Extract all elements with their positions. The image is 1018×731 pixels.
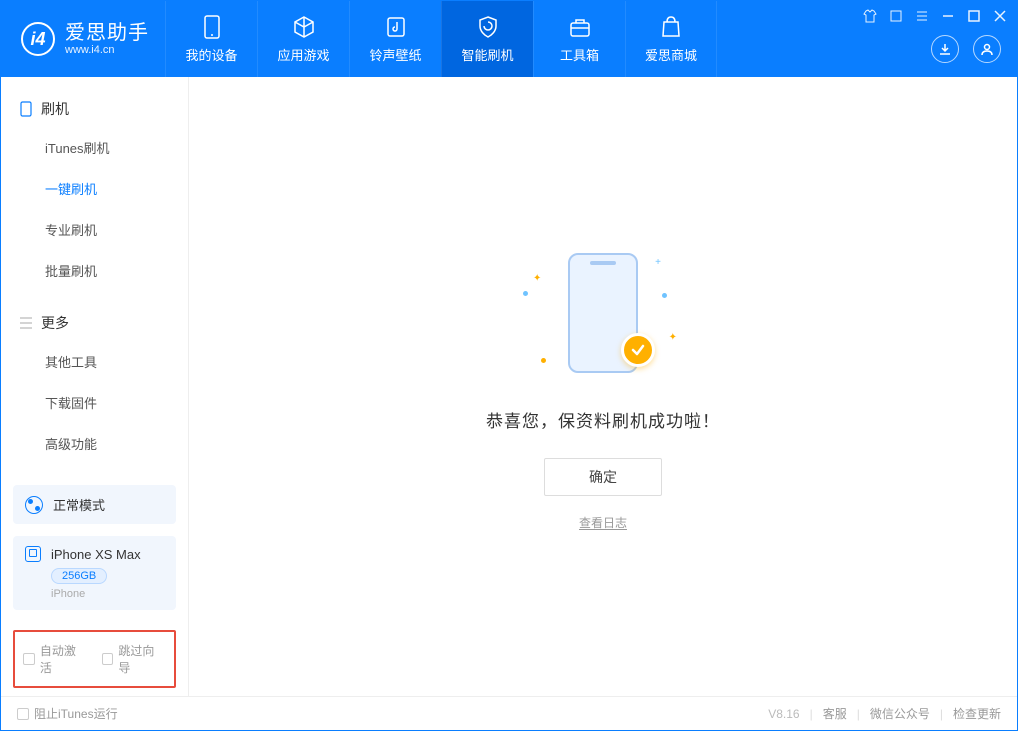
version-label: V8.16 (768, 707, 799, 721)
support-link[interactable]: 客服 (823, 705, 847, 722)
shirt-icon[interactable] (863, 9, 877, 23)
menu-icon[interactable] (915, 9, 929, 23)
tab-apps[interactable]: 应用游戏 (257, 1, 349, 77)
device-small-icon (25, 546, 41, 562)
square-icon[interactable] (889, 9, 903, 23)
sparkle-icon: ✦ (533, 273, 541, 284)
sidebar-item-other-tools[interactable]: 其他工具 (1, 341, 188, 382)
checkmark-badge-icon (621, 333, 655, 367)
phone-small-icon (19, 102, 33, 116)
tab-label: 智能刷机 (461, 45, 513, 64)
checkbox-icon (102, 653, 114, 665)
logo-text: 爱思助手 www.i4.cn (65, 22, 149, 56)
close-icon[interactable] (993, 9, 1007, 23)
sidebar-item-one-click-flash[interactable]: 一键刷机 (1, 168, 188, 209)
tab-smart-flash[interactable]: 智能刷机 (441, 1, 533, 77)
sidebar-header-more: 更多 (1, 305, 188, 341)
checkbox-icon (17, 708, 29, 720)
body: 刷机 iTunes刷机 一键刷机 专业刷机 批量刷机 更多 其他工具 下载固件 … (1, 77, 1017, 696)
checkbox-icon (23, 653, 35, 665)
logo-icon: i4 (21, 22, 55, 56)
device-box[interactable]: iPhone XS Max 256GB iPhone (13, 536, 176, 610)
view-log-link[interactable]: 查看日志 (579, 514, 627, 531)
sidebar-header-label: 刷机 (41, 99, 69, 119)
storage-badge: 256GB (51, 568, 107, 584)
cube-icon (292, 15, 316, 39)
checkbox-auto-activate[interactable]: 自动激活 (23, 642, 88, 676)
minimize-icon[interactable] (941, 9, 955, 23)
sidebar-section-more: 更多 其他工具 下载固件 高级功能 (1, 291, 188, 464)
music-icon (384, 15, 408, 39)
header-right (931, 35, 1001, 63)
tab-label: 铃声壁纸 (369, 45, 421, 64)
footer-right: V8.16 | 客服 | 微信公众号 | 检查更新 (768, 705, 1001, 722)
main-content: ✦ + ✦ 恭喜您，保资料刷机成功啦！ 确定 查看日志 (189, 77, 1017, 696)
tab-label: 我的设备 (185, 45, 237, 64)
list-icon (19, 316, 33, 330)
device-name: iPhone XS Max (51, 547, 141, 562)
titlebar-controls (863, 9, 1007, 23)
tab-toolbox[interactable]: 工具箱 (533, 1, 625, 77)
ok-button[interactable]: 确定 (544, 458, 662, 496)
sparkle-icon: ✦ (669, 332, 677, 343)
checkbox-label: 跳过向导 (118, 642, 166, 676)
sidebar-item-advanced[interactable]: 高级功能 (1, 423, 188, 464)
dot-icon (541, 358, 546, 363)
checkbox-block-itunes[interactable]: 阻止iTunes运行 (17, 705, 118, 722)
tab-label: 应用游戏 (277, 45, 329, 64)
sidebar-item-batch-flash[interactable]: 批量刷机 (1, 250, 188, 291)
tab-label: 爱思商城 (645, 45, 697, 64)
main-tabs: 我的设备 应用游戏 铃声壁纸 智能刷机 工具箱 爱思商城 (165, 1, 717, 77)
toolbox-icon (568, 15, 592, 39)
success-illustration: ✦ + ✦ (523, 243, 683, 383)
shield-icon (476, 15, 500, 39)
device-type: iPhone (51, 588, 164, 600)
checkbox-skip-guide[interactable]: 跳过向导 (102, 642, 167, 676)
sidebar-item-download-firmware[interactable]: 下载固件 (1, 382, 188, 423)
sparkle-icon: + (655, 257, 661, 268)
logo-area: i4 爱思助手 www.i4.cn (1, 1, 165, 77)
header: i4 爱思助手 www.i4.cn 我的设备 应用游戏 铃声壁纸 智能刷机 (1, 1, 1017, 77)
wechat-link[interactable]: 微信公众号 (870, 705, 930, 722)
tab-store[interactable]: 爱思商城 (625, 1, 717, 77)
tab-label: 工具箱 (560, 45, 599, 64)
dot-icon (523, 291, 528, 296)
sidebar-header-flash: 刷机 (1, 91, 188, 127)
sidebar-item-pro-flash[interactable]: 专业刷机 (1, 209, 188, 250)
checkbox-label: 自动激活 (40, 642, 88, 676)
user-button[interactable] (973, 35, 1001, 63)
tab-my-device[interactable]: 我的设备 (165, 1, 257, 77)
footer: 阻止iTunes运行 V8.16 | 客服 | 微信公众号 | 检查更新 (1, 696, 1017, 730)
dot-icon (662, 293, 667, 298)
options-highlight: 自动激活 跳过向导 (13, 630, 176, 688)
checkbox-label: 阻止iTunes运行 (34, 705, 118, 722)
tab-ringtones[interactable]: 铃声壁纸 (349, 1, 441, 77)
device-icon (200, 15, 224, 39)
mode-box[interactable]: 正常模式 (13, 485, 176, 524)
app-window: i4 爱思助手 www.i4.cn 我的设备 应用游戏 铃声壁纸 智能刷机 (0, 0, 1018, 731)
mode-label: 正常模式 (53, 495, 105, 514)
app-subtitle: www.i4.cn (65, 44, 149, 56)
device-row: iPhone XS Max (25, 546, 164, 562)
download-button[interactable] (931, 35, 959, 63)
sidebar: 刷机 iTunes刷机 一键刷机 专业刷机 批量刷机 更多 其他工具 下载固件 … (1, 77, 189, 696)
mode-icon (25, 496, 43, 514)
sidebar-header-label: 更多 (41, 313, 69, 333)
sidebar-section-flash: 刷机 iTunes刷机 一键刷机 专业刷机 批量刷机 (1, 77, 188, 291)
bag-icon (659, 15, 683, 39)
success-message: 恭喜您，保资料刷机成功啦！ (486, 407, 720, 432)
app-title: 爱思助手 (65, 22, 149, 44)
update-link[interactable]: 检查更新 (953, 705, 1001, 722)
maximize-icon[interactable] (967, 9, 981, 23)
sidebar-item-itunes-flash[interactable]: iTunes刷机 (1, 127, 188, 168)
